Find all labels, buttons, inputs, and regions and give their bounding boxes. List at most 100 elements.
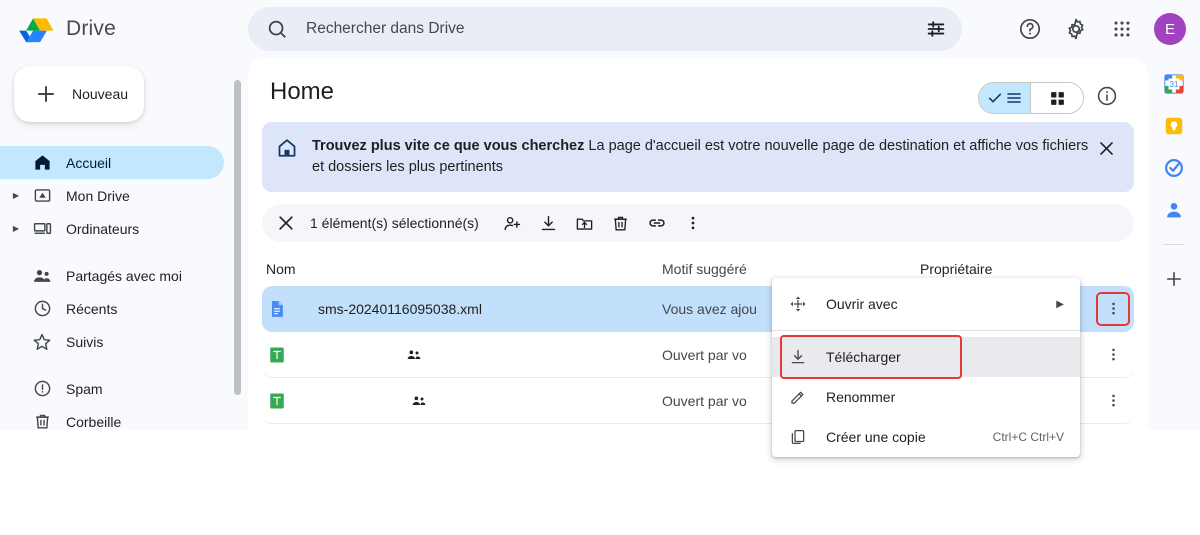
xml-document-icon [266,298,288,320]
shared-people-icon [406,347,422,363]
clear-selection-button[interactable] [276,213,296,233]
sidebar-item-spam[interactable]: ▶ Spam [0,372,224,405]
sidebar-item-partages-avec-moi[interactable]: ▶ Partagés avec moi [0,259,224,292]
top-bar: Drive Rechercher dans Drive E [0,0,1200,58]
context-menu-item-ouvrir-avec[interactable]: Ouvrir avec ▶ [772,284,1080,324]
move-to-folder-icon [577,217,593,230]
context-menu-label: Ouvrir avec [826,296,898,312]
brand-logo-area[interactable]: Drive [18,11,228,47]
download-icon [542,215,556,230]
google-sheet-icon [266,390,288,412]
expand-caret-icon[interactable]: ▶ [8,224,24,233]
calendar-day-number: 31 [1170,80,1179,89]
sidebar: Nouveau ▶ Accueil ▶ Mon Dri [0,58,241,430]
search-bar[interactable] [248,7,962,51]
add-app-button[interactable] [1162,267,1186,291]
settings-button[interactable] [1056,9,1096,49]
sidebar-item-suivis[interactable]: ▶ Suivis [0,325,224,358]
apps-grid-icon [1114,21,1130,37]
rail-divider [1163,244,1185,245]
column-header-reason[interactable]: Motif suggéré [662,261,920,277]
sidebar-scrollbar[interactable] [234,80,241,395]
nav-divider-space-2 [0,358,240,372]
grid-view-button[interactable] [1031,83,1083,113]
top-bar-actions: E [1010,0,1186,58]
row-name-cell [262,344,662,366]
context-menu-item-telecharger-wrapper[interactable]: Télécharger [772,335,1080,379]
selection-count-label: 1 élément(s) sélectionné(s) [310,215,479,231]
kebab-icon [1111,394,1115,407]
context-menu-divider [772,330,1080,331]
search-input[interactable] [306,20,916,38]
gear-icon [1068,18,1084,40]
info-circle-icon [1097,86,1117,105]
google-apps-button[interactable] [1102,9,1142,49]
new-button[interactable]: Nouveau [14,66,144,122]
more-action-button[interactable] [677,207,709,239]
selection-toolbar: 1 élément(s) sélectionné(s) [262,204,1134,242]
view-controls [978,82,1118,114]
context-menu-item-telecharger[interactable]: Télécharger [780,335,962,379]
shared-people-icon [411,393,427,409]
details-info-button[interactable] [1096,85,1118,112]
copy-icon [788,427,808,447]
delete-action-button[interactable] [605,207,637,239]
context-menu-shortcut: Ctrl+C Ctrl+V [992,430,1064,444]
context-menu-item-renommer[interactable]: Renommer [772,377,1080,417]
expand-caret-icon[interactable]: ▶ [8,191,24,200]
column-header-owner[interactable]: Propriétaire [920,261,1090,277]
link-action-button[interactable] [641,207,673,239]
banner-headline: Trouvez plus vite ce que vous cherchez [312,138,585,154]
google-contacts-icon[interactable] [1162,198,1186,222]
open-with-icon [788,294,808,314]
close-icon [1099,141,1113,155]
brand-name: Drive [66,17,117,40]
sidebar-item-recents[interactable]: ▶ Récents [0,292,224,325]
row-more-menu-button[interactable] [1096,291,1130,326]
avatar[interactable]: E [1154,13,1186,45]
context-menu-item-creer-une-copie[interactable]: Créer une copie Ctrl+C Ctrl+V [772,417,1080,457]
sidebar-item-mon-drive[interactable]: ▶ Mon Drive [0,179,224,212]
list-view-button[interactable] [979,83,1031,113]
submenu-arrow-icon: ▶ [1056,298,1064,310]
row-more-menu-button[interactable] [1098,340,1128,370]
sidebar-nav: ▶ Accueil ▶ Mon Drive ▶ [0,146,240,438]
new-button-label: Nouveau [72,86,129,102]
drive-app-window: Drive Rechercher dans Drive E Nouveau Ac… [0,0,1200,457]
computer-icon [32,219,52,239]
person-add-icon [504,216,521,230]
sidebar-item-ordinateurs[interactable]: ▶ Ordinateurs [0,212,224,245]
sidebar-item-label: Suivis [66,333,104,350]
help-button[interactable] [1010,9,1050,49]
row-name-cell: sms-20240116095038.xml [262,298,662,320]
link-icon [649,219,665,227]
avatar-letter: E [1164,20,1175,38]
sidebar-item-label: Accueil [66,154,112,171]
download-action-button[interactable] [533,207,565,239]
column-header-name[interactable]: Nom [262,261,662,277]
banner-close-button[interactable] [1094,136,1118,160]
drive-logo-icon [19,18,54,43]
kebab-icon [1111,302,1115,315]
search-filter-button[interactable] [916,9,956,49]
trash-icon [32,412,52,432]
check-icon [988,93,1002,103]
google-keep-icon[interactable] [1162,114,1186,138]
row-name-cell [262,390,662,412]
kebab-icon [691,216,695,230]
sidebar-item-label: Corbeille [66,413,122,430]
people-icon [32,266,52,286]
sidebar-item-label: Partagés avec moi [66,267,182,284]
google-tasks-icon[interactable] [1162,156,1186,180]
google-calendar-icon[interactable]: 31 [1162,72,1186,96]
move-action-button[interactable] [569,207,601,239]
sidebar-item-corbeille[interactable]: ▶ Corbeille [0,405,224,438]
selection-actions [497,207,709,239]
sidebar-item-accueil[interactable]: ▶ Accueil [0,146,224,179]
spam-icon [32,379,52,399]
sidebar-item-label: Ordinateurs [66,220,140,237]
row-more-menu-button[interactable] [1098,386,1128,416]
grid-squares-icon [1050,91,1064,105]
home-outline-icon [278,139,296,157]
share-action-button[interactable] [497,207,529,239]
